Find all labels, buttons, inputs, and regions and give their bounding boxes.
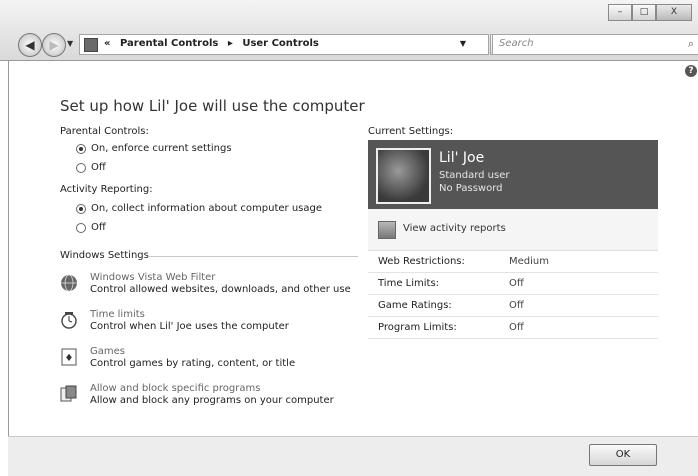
setting-key: Program Limits: — [378, 322, 457, 333]
radio-label: Off — [91, 222, 106, 233]
programs-item[interactable]: Allow and block specific programs Allow … — [60, 383, 350, 413]
setting-value: Off — [509, 300, 524, 311]
user-name: Lil' Joe — [439, 150, 485, 166]
report-icon — [378, 221, 396, 239]
clock-icon — [61, 312, 77, 329]
search-box[interactable]: Search ⌕ — [492, 34, 698, 55]
breadcrumb: « Parental Controls ▸ User Controls — [104, 38, 325, 49]
window-chrome: – □ X ◀ ▶ ▼ « Parental Controls ▸ User C… — [0, 0, 698, 61]
parental-controls-window: – □ X ◀ ▶ ▼ « Parental Controls ▸ User C… — [0, 0, 698, 476]
breadcrumb-separator[interactable]: ▸ — [228, 38, 233, 49]
setting-row: Time Limits: Off — [368, 273, 658, 295]
programs-desc[interactable]: Allow and block any programs on your com… — [90, 395, 334, 406]
parental-controls-off-radio[interactable]: Off — [76, 162, 106, 173]
user-role: Standard user — [439, 170, 510, 181]
forward-button[interactable]: ▶ — [42, 33, 66, 57]
breadcrumb-user-controls[interactable]: User Controls — [242, 38, 319, 49]
search-input[interactable]: Search — [499, 38, 534, 49]
radio-unselected-icon — [76, 162, 86, 173]
setting-row: Program Limits: Off — [368, 317, 658, 339]
caption-buttons: – □ X — [608, 4, 692, 21]
avatar — [376, 148, 431, 204]
setting-key: Web Restrictions: — [378, 256, 465, 267]
radio-label: On, enforce current settings — [91, 143, 232, 154]
globe-icon — [61, 274, 77, 292]
windows-settings-section: Windows Settings — [60, 250, 358, 262]
address-dropdown-icon[interactable]: ▼ — [460, 39, 466, 48]
address-row: ◀ ▶ ▼ « Parental Controls ▸ User Control… — [0, 33, 698, 57]
activity-reporting-on-radio[interactable]: On, collect information about computer u… — [76, 203, 322, 214]
setting-value: Off — [509, 322, 524, 333]
user-panel: Lil' Joe Standard user No Password — [368, 140, 658, 209]
radio-unselected-icon — [76, 222, 86, 233]
setting-key: Time Limits: — [378, 278, 440, 289]
user-password-status: No Password — [439, 183, 503, 194]
parental-controls-label: Parental Controls: — [60, 126, 149, 137]
divider — [148, 256, 358, 257]
programs-icon — [60, 385, 77, 402]
web-filter-desc[interactable]: Control allowed websites, downloads, and… — [90, 284, 351, 295]
search-icon[interactable]: ⌕ — [688, 37, 694, 51]
setting-row: Game Ratings: Off — [368, 295, 658, 317]
games-icon: ♦ — [61, 348, 77, 366]
time-limits-desc[interactable]: Control when Lil' Joe uses the computer — [90, 321, 289, 332]
back-button[interactable]: ◀ — [18, 33, 42, 57]
time-limits-item[interactable]: Time limits Control when Lil' Joe uses t… — [60, 309, 350, 339]
current-settings-label: Current Settings: — [368, 126, 454, 137]
close-button[interactable]: X — [656, 4, 692, 21]
control-panel-icon — [84, 38, 98, 52]
breadcrumb-prefix[interactable]: « — [104, 38, 110, 49]
setting-key: Game Ratings: — [378, 300, 452, 311]
address-bar[interactable]: « Parental Controls ▸ User Controls ▼ — [79, 34, 489, 55]
recent-pages-dropdown[interactable]: ▼ — [67, 39, 73, 48]
view-activity-reports-link[interactable]: View activity reports — [368, 209, 658, 251]
time-limits-title[interactable]: Time limits — [90, 309, 145, 320]
minimize-button[interactable]: – — [608, 4, 632, 21]
programs-title[interactable]: Allow and block specific programs — [90, 383, 260, 394]
web-filter-item[interactable]: Windows Vista Web Filter Control allowed… — [60, 272, 351, 302]
ok-button[interactable]: OK — [589, 444, 657, 466]
activity-reporting-off-radio[interactable]: Off — [76, 222, 106, 233]
content-area: ? Set up how Lil' Joe will use the compu… — [8, 61, 698, 436]
games-desc[interactable]: Control games by rating, content, or tit… — [90, 358, 295, 369]
games-item[interactable]: ♦ Games Control games by rating, content… — [60, 346, 350, 376]
svg-text:♦: ♦ — [65, 353, 74, 364]
web-filter-title[interactable]: Windows Vista Web Filter — [90, 272, 215, 283]
radio-selected-icon — [76, 203, 86, 214]
setting-value: Off — [509, 278, 524, 289]
activity-reporting-label: Activity Reporting: — [60, 184, 153, 195]
page-title: Set up how Lil' Joe will use the compute… — [60, 97, 365, 115]
view-activity-reports-label[interactable]: View activity reports — [403, 223, 506, 234]
maximize-button[interactable]: □ — [632, 4, 656, 21]
footer-bar: OK — [8, 436, 698, 476]
radio-label: On, collect information about computer u… — [91, 203, 322, 214]
games-title[interactable]: Games — [90, 346, 125, 357]
radio-selected-icon — [76, 143, 86, 154]
radio-label: Off — [91, 162, 106, 173]
setting-value: Medium — [509, 256, 549, 267]
breadcrumb-parental-controls[interactable]: Parental Controls — [120, 38, 218, 49]
setting-row: Web Restrictions: Medium — [368, 251, 658, 273]
help-icon[interactable]: ? — [685, 65, 697, 77]
windows-settings-label: Windows Settings — [60, 250, 149, 261]
parental-controls-on-radio[interactable]: On, enforce current settings — [76, 143, 232, 154]
